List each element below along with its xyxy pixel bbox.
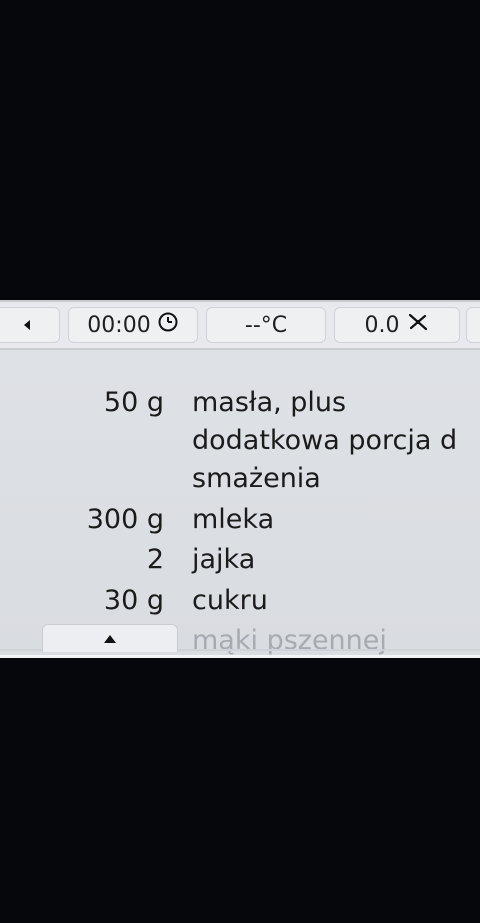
triangle-up-icon <box>104 634 116 643</box>
triangle-left-icon <box>24 320 30 330</box>
mixing-blade-icon <box>406 310 430 340</box>
extra-tab[interactable] <box>466 307 480 343</box>
clock-icon <box>157 311 179 339</box>
ingredient-qty: 300 g <box>86 504 164 535</box>
temperature-display[interactable]: --°C <box>206 307 326 343</box>
ingredient-name: dodatkowa porcja d <box>192 425 458 456</box>
ingredient-qty: 2 <box>146 544 164 575</box>
timer-display[interactable]: 00:00 <box>68 307 198 343</box>
back-button[interactable] <box>0 307 60 343</box>
temperature-value: --°C <box>244 312 288 338</box>
top-status-bar: 00:00 --°C 0.0 <box>0 302 480 350</box>
ingredient-qty: 30 g <box>103 585 164 616</box>
ingredient-name: mąki pszennej <box>192 625 387 656</box>
ingredient-name: cukru <box>192 585 268 616</box>
ingredient-name: masła, plus <box>192 387 347 418</box>
ingredient-name: jajka <box>192 544 256 575</box>
ingredient-name: mleka <box>192 504 275 535</box>
scroll-up-button[interactable] <box>42 624 178 652</box>
speed-value: 0.0 <box>364 312 400 338</box>
device-screen: 00:00 --°C 0.0 50 g masła, plus dodatkow… <box>0 300 480 658</box>
ingredient-qty: 50 g <box>103 387 164 418</box>
ingredient-name: smażenia <box>192 463 321 494</box>
ingredient-list: 50 g masła, plus dodatkowa porcja d smaż… <box>0 384 480 655</box>
speed-display[interactable]: 0.0 <box>334 307 460 343</box>
timer-value: 00:00 <box>87 312 151 338</box>
